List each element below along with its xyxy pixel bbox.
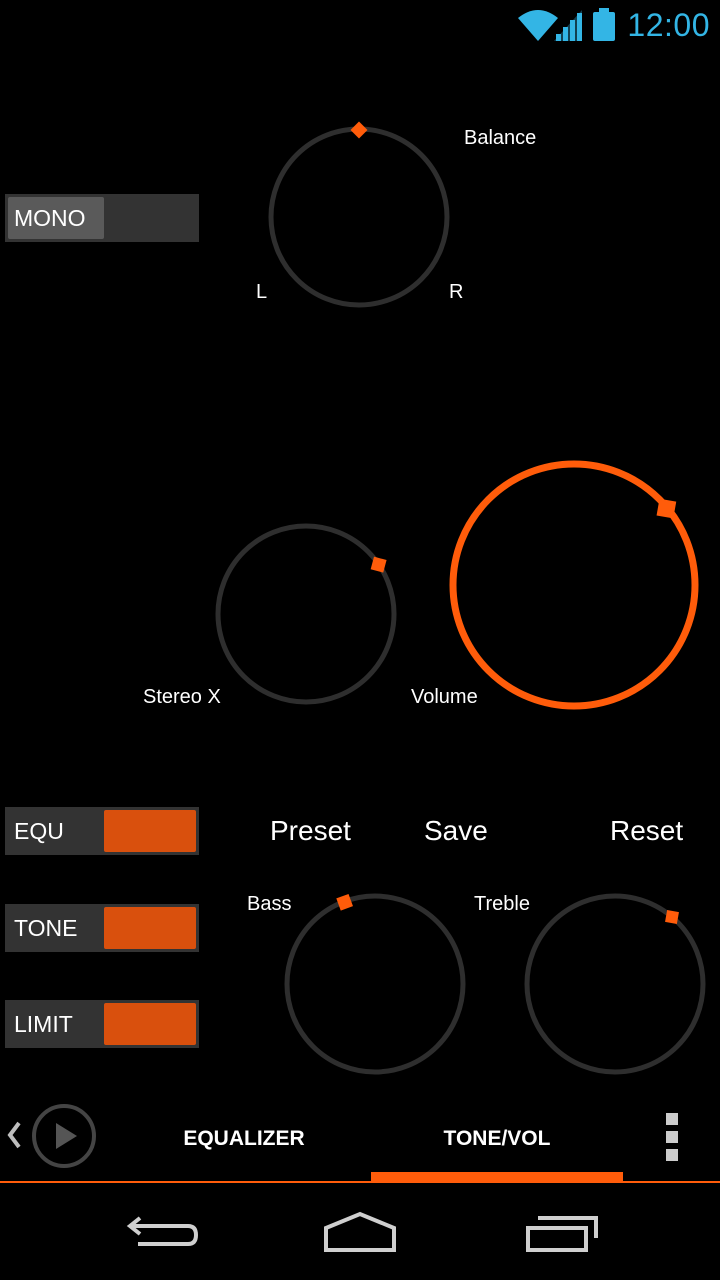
volume-knob-indicator <box>656 498 677 519</box>
tone-toggle-thumb <box>104 907 196 949</box>
treble-knob[interactable] <box>521 888 711 1078</box>
tab-bar-divider <box>0 1181 720 1183</box>
tab-equalizer[interactable]: EQUALIZER <box>118 1095 370 1183</box>
chevron-left-icon[interactable] <box>4 1120 24 1150</box>
play-icon[interactable] <box>30 1102 98 1170</box>
tone-toggle[interactable]: TONE <box>5 904 199 952</box>
mono-toggle-label: MONO <box>14 205 86 231</box>
battery-icon <box>593 8 615 41</box>
bass-knob[interactable] <box>281 888 471 1078</box>
signal-icon <box>554 10 582 41</box>
status-clock: 12:00 <box>627 7 710 43</box>
tab-tone-vol-label: TONE/VOL <box>443 1127 551 1150</box>
limit-toggle-thumb <box>104 1003 196 1045</box>
balance-knob[interactable] <box>266 120 456 312</box>
back-icon[interactable] <box>110 1204 210 1264</box>
treble-knob-indicator <box>665 910 679 924</box>
bass-knob-indicator <box>336 893 353 911</box>
limit-toggle[interactable]: LIMIT <box>5 1000 199 1048</box>
equ-toggle[interactable]: EQU <box>5 807 199 855</box>
status-bar: 12:00 <box>0 0 720 50</box>
tab-equalizer-label: EQUALIZER <box>183 1127 305 1150</box>
balance-label: Balance <box>464 127 537 149</box>
home-icon[interactable] <box>310 1204 410 1264</box>
balance-left-label: L <box>256 281 268 303</box>
stereo-x-label: Stereo X <box>143 686 221 708</box>
screen: 12:00 Balance L R MONO Stereo X Volume E… <box>0 0 720 1280</box>
tab-tone-vol[interactable]: TONE/VOL <box>371 1095 623 1183</box>
equ-toggle-thumb <box>104 810 196 852</box>
save-button[interactable]: Save <box>424 815 488 847</box>
tone-toggle-label: TONE <box>14 915 78 941</box>
balance-right-label: R <box>449 281 464 303</box>
equ-toggle-label: EQU <box>14 818 64 844</box>
preset-button[interactable]: Preset <box>270 815 351 847</box>
stereo-x-knob[interactable] <box>212 520 402 710</box>
balance-knob-indicator <box>350 121 368 139</box>
reset-button[interactable]: Reset <box>610 815 683 847</box>
volume-label: Volume <box>411 686 478 708</box>
limit-toggle-label: LIMIT <box>14 1011 73 1037</box>
navigation-bar <box>0 1188 720 1280</box>
mono-toggle[interactable]: MONO <box>5 194 199 242</box>
tab-bar: EQUALIZER TONE/VOL <box>0 1095 720 1185</box>
recent-apps-icon[interactable] <box>510 1204 610 1264</box>
overflow-menu-icon[interactable] <box>658 1111 686 1163</box>
volume-knob[interactable] <box>446 458 704 716</box>
